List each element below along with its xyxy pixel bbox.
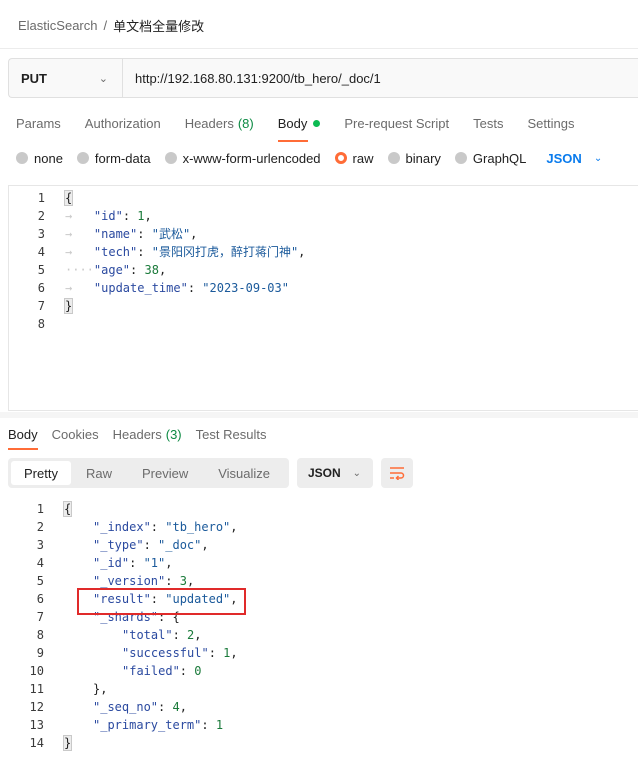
response-body-viewer[interactable]: 1{ 2 "_index": "tb_hero", 3 "_type": "_doc… [0, 498, 638, 764]
tab-tests[interactable]: Tests [473, 112, 503, 134]
body-type-binary[interactable]: binary [387, 151, 441, 166]
radio-icon [16, 152, 28, 164]
tab-authorization[interactable]: Authorization [85, 112, 161, 134]
tab-pre-request-script[interactable]: Pre-request Script [344, 112, 449, 134]
response-tab-test-results[interactable]: Test Results [196, 424, 267, 444]
body-type-options: none form-data x-www-form-urlencoded raw… [16, 148, 602, 168]
breadcrumb-collection[interactable]: ElasticSearch [18, 18, 97, 33]
divider [0, 48, 638, 49]
response-format-select[interactable]: JSON ⌄ [297, 458, 373, 488]
response-tabs: Body Cookies Headers (3) Test Results [8, 424, 280, 450]
body-indicator-dot [313, 119, 321, 127]
tab-body[interactable]: Body [277, 112, 321, 142]
radio-selected-icon [334, 152, 347, 164]
headers-count: (8) [237, 115, 254, 131]
breadcrumb-separator: / [103, 17, 108, 33]
radio-icon [387, 152, 400, 164]
tab-settings[interactable]: Settings [527, 112, 574, 134]
radio-icon [76, 152, 89, 164]
response-tab-cookies[interactable]: Cookies [52, 424, 99, 444]
tab-params[interactable]: Params [16, 112, 61, 134]
chevron-down-icon: ⌄ [98, 72, 108, 85]
response-headers-count: (3) [165, 426, 182, 442]
wrap-lines-icon [390, 467, 405, 480]
response-tab-body[interactable]: Body [8, 424, 38, 450]
request-name[interactable]: 单文档全量修改 [113, 16, 204, 35]
response-tab-headers[interactable]: Headers (3) [113, 424, 182, 444]
chevron-down-icon: ⌄ [593, 152, 603, 164]
body-type-form-data[interactable]: form-data [76, 151, 151, 166]
radio-icon [164, 152, 177, 164]
view-pretty[interactable]: Pretty [11, 461, 71, 485]
body-type-raw[interactable]: raw [334, 151, 374, 166]
url-bar: PUT ⌄ http://192.168.80.131:9200/tb_hero… [8, 58, 638, 98]
view-raw[interactable]: Raw [71, 461, 127, 485]
body-format-select[interactable]: JSON ⌄ [546, 151, 602, 166]
body-type-urlencoded[interactable]: x-www-form-urlencoded [164, 151, 321, 166]
url-input[interactable]: http://192.168.80.131:9200/tb_hero/_doc/… [123, 59, 638, 97]
result-highlight-box [77, 588, 246, 615]
view-visualize[interactable]: Visualize [203, 461, 285, 485]
method-select[interactable]: PUT ⌄ [9, 59, 123, 97]
chevron-down-icon: ⌄ [352, 467, 361, 479]
body-type-none[interactable]: none [16, 151, 63, 166]
request-tabs: Params Authorization Headers (8) Body Pre… [16, 112, 598, 142]
method-label: PUT [21, 70, 47, 86]
request-body-editor[interactable]: 1{ 2 → "id": 1, 3 → "name": "武松", 4 → "tech… [8, 185, 638, 411]
response-view-selector: Pretty Raw Preview Visualize [8, 458, 289, 488]
view-preview[interactable]: Preview [127, 461, 203, 485]
pane-divider[interactable] [0, 412, 638, 418]
radio-icon [454, 152, 467, 164]
tab-headers[interactable]: Headers (8) [185, 112, 254, 134]
wrap-lines-button[interactable] [381, 458, 413, 488]
breadcrumb: ElasticSearch / 单文档全量修改 [18, 16, 204, 34]
body-type-graphql[interactable]: GraphQL [454, 151, 526, 166]
